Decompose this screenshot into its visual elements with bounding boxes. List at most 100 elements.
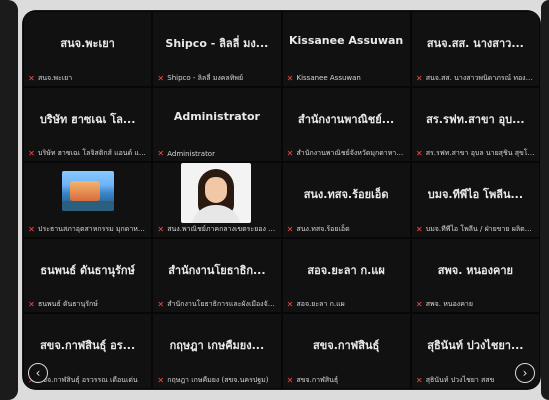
participant-video-thumbnail [62,171,114,212]
participant-display-name: Administrator [173,109,260,123]
participant-tile[interactable]: สำนักงานพาณิชย์... ✕ สำนักงานพาณิชย์จังห… [281,86,411,163]
mic-off-icon: ✕ [286,300,294,310]
participant-label-text: สพจ. หนองคาย [425,300,473,309]
participant-display-name: สพจ. หนองคาย [437,263,513,277]
participant-tile[interactable]: กฤษฎา เกษคืมยง... ✕ กฤษฎา เกษคืมยง (สขจ.… [152,313,282,389]
participant-tile[interactable]: บมจ.ทีพีไอ โพลีน... ✕ บมจ.ทีพีไอ โพลีน /… [410,162,541,238]
participant-display-name: สขจ.กาฬสินธุ์ อร... [40,339,136,353]
participant-label: ✕ สนจ.สส. นางสาวพนิดาภรณ์ ทองนวนดี [415,73,536,84]
participant-label: ✕ Shipco - ลิลลี่ มงคลทิพย์ [156,73,277,84]
participant-label-text: สนง.พาณิชย์ภาคกลางเขตระยอง นางสาวศุภดี จ… [167,224,277,233]
participant-label-text: ประธานสภาอุตสาหกรรม มุกดาหาร ไทรทรัพย์ [38,224,148,233]
participant-label-text: สอจ.ยะลา ก.แผ [296,300,345,309]
mic-off-icon: ✕ [28,73,35,83]
mic-off-icon: ✕ [28,300,35,310]
participant-tile[interactable]: บริษัท ฮาซเฉเ โล... ✕ บริษัท ฮาซเฉเ โลจิ… [22,86,153,163]
chevron-right-icon: › [522,366,528,380]
participant-label-text: สขจ.กาฬสินธุ์ อรวรรณ เดือนเด่น [38,375,138,384]
mic-off-icon: ✕ [157,224,165,234]
participant-display-name: สำนักงานพาณิชย์... [298,112,395,126]
participant-label-text: สขจ.กาฬสินธุ์ [296,375,339,384]
participant-tile[interactable]: ธนพนธ์ ดันธานุรักษ์ ✕ ธนพนธ์ ดันธานุรักษ… [22,237,153,314]
participant-display-name: สนจ.พะเยา [60,37,115,51]
participant-tile[interactable]: Administrator ✕ Administrator [152,86,282,163]
participant-label-text: บริษัท ฮาซเฉเ โลจิสติกส์ แอนด์ แมเนจเม้น… [38,149,148,158]
participant-display-name: สนจ.สส. นางสาว... [426,37,524,51]
participant-label: ✕ สนง.ทสจ.ร้อยเอ็ด [286,224,407,235]
portrait-face [205,177,228,204]
participant-label: ✕ บริษัท ฮาซเฉเ โลจิสติกส์ แอนด์ แมเนจเม… [27,148,148,159]
participant-tile[interactable]: สนจ.สส. นางสาว... ✕ สนจ.สส. นางสาวพนิดาภ… [410,11,541,87]
participant-label: ✕ สำนักงานโยธาธิการและผังเมืองจังหวัดศรี… [156,299,277,310]
mic-off-icon: ✕ [28,149,35,159]
participant-label: ✕ สนจ.พะเยา [27,73,148,84]
participant-label: ✕ ประธานสภาอุตสาหกรรม มุกดาหาร ไทรทรัพย์ [27,224,148,235]
participant-display-name: สำนักงานโยธาธิก... [168,263,266,277]
participant-label-text: สร.รฟท.สาขา อุบล นายสุชิน สุขโฉม [425,149,536,158]
mic-off-icon: ✕ [415,300,423,310]
participant-label: ✕ บมจ.ทีพีไอ โพลีน / ฝ่ายขาย ผลิตภัณฑ์ [415,224,536,235]
left-side-panel [0,0,18,400]
participant-tile[interactable]: สอจ.ยะลา ก.แผ ✕ สอจ.ยะลา ก.แผ [281,237,411,314]
participant-label-text: ธนพนธ์ ดันธานุรักษ์ [38,300,98,309]
participant-label-text: Administrator [167,149,215,158]
participant-label-text: Kissanee Assuwan [296,74,361,83]
participant-label: ✕ Administrator [156,148,277,159]
participant-tile[interactable]: สนง.ทสจ.ร้อยเอ็ด ✕ สนง.ทสจ.ร้อยเอ็ด [281,162,411,238]
mic-off-icon: ✕ [286,73,294,83]
participant-label: ✕ สพจ. หนองคาย [415,299,536,310]
mic-off-icon: ✕ [157,300,165,310]
mic-off-icon: ✕ [286,375,294,385]
participant-label-text: สำนักงานพาณิชย์จังหวัดมุกดาหาร (2) [296,149,407,158]
participant-display-name: บริษัท ฮาซเฉเ โล... [39,112,136,126]
mic-off-icon: ✕ [157,149,165,159]
participant-tile[interactable]: Kissanee Assuwan ✕ Kissanee Assuwan [281,11,411,87]
previous-page-button[interactable]: ‹ [28,363,48,383]
mic-off-icon: ✕ [157,375,165,385]
right-side-panel [541,0,549,400]
participant-display-name: สนง.ทสจ.ร้อยเอ็ด [303,188,389,202]
mic-off-icon: ✕ [286,224,294,234]
participant-label: ✕ สร.รฟท.สาขา อุบล นายสุชิน สุขโฉม [415,148,536,159]
participant-tile[interactable]: Shipco - ลิลลี่ มง... ✕ Shipco - ลิลลี่ … [152,11,282,87]
participant-label-text: สนง.ทสจ.ร้อยเอ็ด [296,224,350,233]
mic-off-icon: ✕ [415,375,423,385]
participant-tile[interactable]: สขจ.กาฬสินธุ์ ✕ สขจ.กาฬสินธุ์ [281,313,411,389]
participant-display-name: สอจ.ยะลา ก.แผ [307,263,385,277]
mic-off-icon: ✕ [415,73,423,83]
participant-label: ✕ ธนพนธ์ ดันธานุรักษ์ [27,299,148,310]
participant-tile-video[interactable]: ✕ สนง.พาณิชย์ภาคกลางเขตระยอง นางสาวศุภดี… [152,162,282,238]
participant-display-name: Kissanee Assuwan [289,34,404,48]
participant-label-text: สนจ.สส. นางสาวพนิดาภรณ์ ทองนวนดี [425,73,536,82]
participant-display-name: สุธินันท์ ปวงไชยา... [427,339,524,353]
participant-label: ✕ สอจ.ยะลา ก.แผ [286,299,407,310]
participant-display-name: Shipco - ลิลลี่ มง... [165,37,269,51]
participant-display-name: กฤษฎา เกษคืมยง... [169,339,265,353]
participant-display-name: บมจ.ทีพีไอ โพลีน... [427,188,524,202]
participant-label-text: สำนักงานโยธาธิการและผังเมืองจังหวัดศรีสะ… [167,300,277,309]
participant-tile[interactable]: สร.รฟท.สาขา อุบ... ✕ สร.รฟท.สาขา อุบล นา… [410,86,541,163]
mic-off-icon: ✕ [415,224,423,234]
participant-display-name: สขจ.กาฬสินธุ์ [313,339,380,353]
participant-label: ✕ สำนักงานพาณิชย์จังหวัดมุกดาหาร (2) [286,148,407,159]
mic-off-icon: ✕ [286,149,294,159]
participant-tile[interactable]: สนจ.พะเยา ✕ สนจ.พะเยา [22,11,153,87]
participant-tile-video[interactable]: ✕ ประธานสภาอุตสาหกรรม มุกดาหาร ไทรทรัพย์ [22,162,153,238]
participant-display-name: ธนพนธ์ ดันธานุรักษ์ [40,263,135,277]
participant-label: ✕ สขจ.กาฬสินธุ์ [286,375,407,386]
participant-display-name: สร.รฟท.สาขา อุบ... [426,112,525,126]
participant-label: ✕ กฤษฎา เกษคืมยง (สขจ.นครปฐม) [156,375,277,386]
mic-off-icon: ✕ [157,73,165,83]
participant-label-text: บมจ.ทีพีไอ โพลีน / ฝ่ายขาย ผลิตภัณฑ์ [425,224,536,233]
mic-off-icon: ✕ [415,149,423,159]
next-page-button[interactable]: › [515,363,535,383]
participant-label: ✕ สนง.พาณิชย์ภาคกลางเขตระยอง นางสาวศุภดี… [156,224,277,235]
participant-label: ✕ Kissanee Assuwan [286,73,407,84]
participant-label-text: กฤษฎา เกษคืมยง (สขจ.นครปฐม) [167,375,269,384]
chevron-left-icon: ‹ [35,366,41,380]
participant-grid: สนจ.พะเยา ✕ สนจ.พะเยา Shipco - ลิลลี่ มง… [22,11,541,389]
participant-tile[interactable]: สพจ. หนองคาย ✕ สพจ. หนองคาย [410,237,541,314]
meeting-window: สนจ.พะเยา ✕ สนจ.พะเยา Shipco - ลิลลี่ มง… [22,10,541,390]
participant-tile[interactable]: สำนักงานโยธาธิก... ✕ สำนักงานโยธาธิการแล… [152,237,282,314]
participant-label-text: Shipco - ลิลลี่ มงคลทิพย์ [167,73,244,82]
